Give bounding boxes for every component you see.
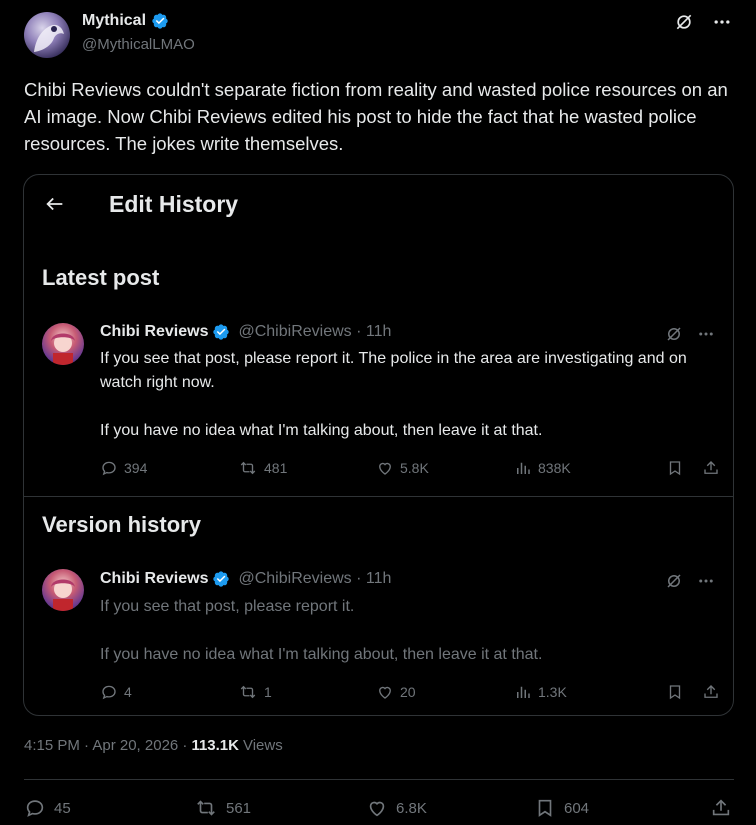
post-timestamp[interactable]: 4:15 PM · Apr 20, 2026 · xyxy=(24,737,187,754)
grok-icon[interactable] xyxy=(674,12,694,32)
heart-icon xyxy=(369,801,385,817)
reply-icon xyxy=(102,685,116,700)
post-text: Chibi Reviews couldn't separate fiction … xyxy=(24,79,728,154)
views-count: 113.1K xyxy=(191,737,239,754)
latest-action-row: 394 481 5.8K 838K xyxy=(100,459,720,477)
verified-badge-icon xyxy=(152,13,168,29)
bookmark-button[interactable]: 604 xyxy=(534,797,589,819)
chibi-avatar[interactable] xyxy=(42,569,84,611)
like-button[interactable]: 6.8K xyxy=(366,797,534,819)
latest-post-text: If you see that post, please report it. … xyxy=(100,350,687,439)
chibi-avatar[interactable] xyxy=(42,323,84,365)
views-icon xyxy=(517,462,530,474)
post-meta: 4:15 PM · Apr 20, 2026 · 113.1K Views xyxy=(24,737,283,754)
previous-post-text: If you see that post, please report it. … xyxy=(100,598,543,663)
post-action-bar: 45 561 6.8K 604 xyxy=(24,797,732,819)
author-handle[interactable]: @MythicalLMAO xyxy=(82,36,195,53)
latest-handle[interactable]: @ChibiReviews · 11h xyxy=(238,323,391,341)
like-button[interactable]: 5.8K xyxy=(376,459,514,477)
action-divider xyxy=(24,779,734,780)
bookmark-icon[interactable] xyxy=(666,459,684,477)
verified-badge-icon xyxy=(213,571,230,587)
latest-post-title: Latest post xyxy=(42,265,160,290)
share-icon[interactable] xyxy=(702,683,720,701)
views-button[interactable]: 1.3K xyxy=(514,683,567,701)
bookmark-icon xyxy=(538,799,552,817)
previous-author[interactable]: Chibi Reviews @ChibiReviews · 11h xyxy=(100,570,391,588)
previous-action-row: 4 1 20 1.3K xyxy=(100,683,720,701)
share-icon[interactable] xyxy=(702,459,720,477)
author-avatar[interactable] xyxy=(24,12,70,58)
verified-badge-icon xyxy=(213,324,230,340)
latest-author[interactable]: Chibi Reviews @ChibiReviews · 11h xyxy=(100,323,391,341)
repost-button[interactable]: 561 xyxy=(194,797,366,819)
author-name[interactable]: Mythical xyxy=(82,12,169,30)
like-button[interactable]: 20 xyxy=(376,683,514,701)
bookmark-icon[interactable] xyxy=(666,683,684,701)
reply-icon xyxy=(26,800,44,817)
repost-icon xyxy=(240,685,256,699)
back-arrow-icon[interactable] xyxy=(44,193,66,220)
grok-icon[interactable] xyxy=(665,325,683,343)
share-icon xyxy=(712,799,730,816)
repost-button[interactable]: 481 xyxy=(238,459,376,477)
heart-icon xyxy=(379,462,391,475)
repost-icon xyxy=(240,461,256,475)
reply-button[interactable]: 4 xyxy=(100,683,238,701)
repost-button[interactable]: 1 xyxy=(238,683,376,701)
card-title: Edit History xyxy=(109,191,239,217)
more-options-icon[interactable] xyxy=(712,12,732,32)
section-divider xyxy=(24,496,733,497)
previous-handle[interactable]: @ChibiReviews · 11h xyxy=(238,570,391,588)
edit-history-card[interactable]: Edit History Latest post Chibi Reviews @… xyxy=(23,174,734,716)
repost-icon xyxy=(197,800,215,816)
card-header: Edit History xyxy=(24,175,733,235)
views-icon xyxy=(517,686,530,698)
views-button[interactable]: 838K xyxy=(514,459,571,477)
heart-icon xyxy=(379,686,391,699)
version-history-title: Version history xyxy=(42,512,201,537)
reply-button[interactable]: 45 xyxy=(24,797,194,819)
views-label: Views xyxy=(242,737,283,754)
reply-button[interactable]: 394 xyxy=(100,459,238,477)
more-options-icon[interactable] xyxy=(697,572,715,590)
share-button[interactable] xyxy=(710,797,732,819)
reply-icon xyxy=(102,461,116,476)
grok-icon[interactable] xyxy=(665,572,683,590)
more-options-icon[interactable] xyxy=(697,325,715,343)
